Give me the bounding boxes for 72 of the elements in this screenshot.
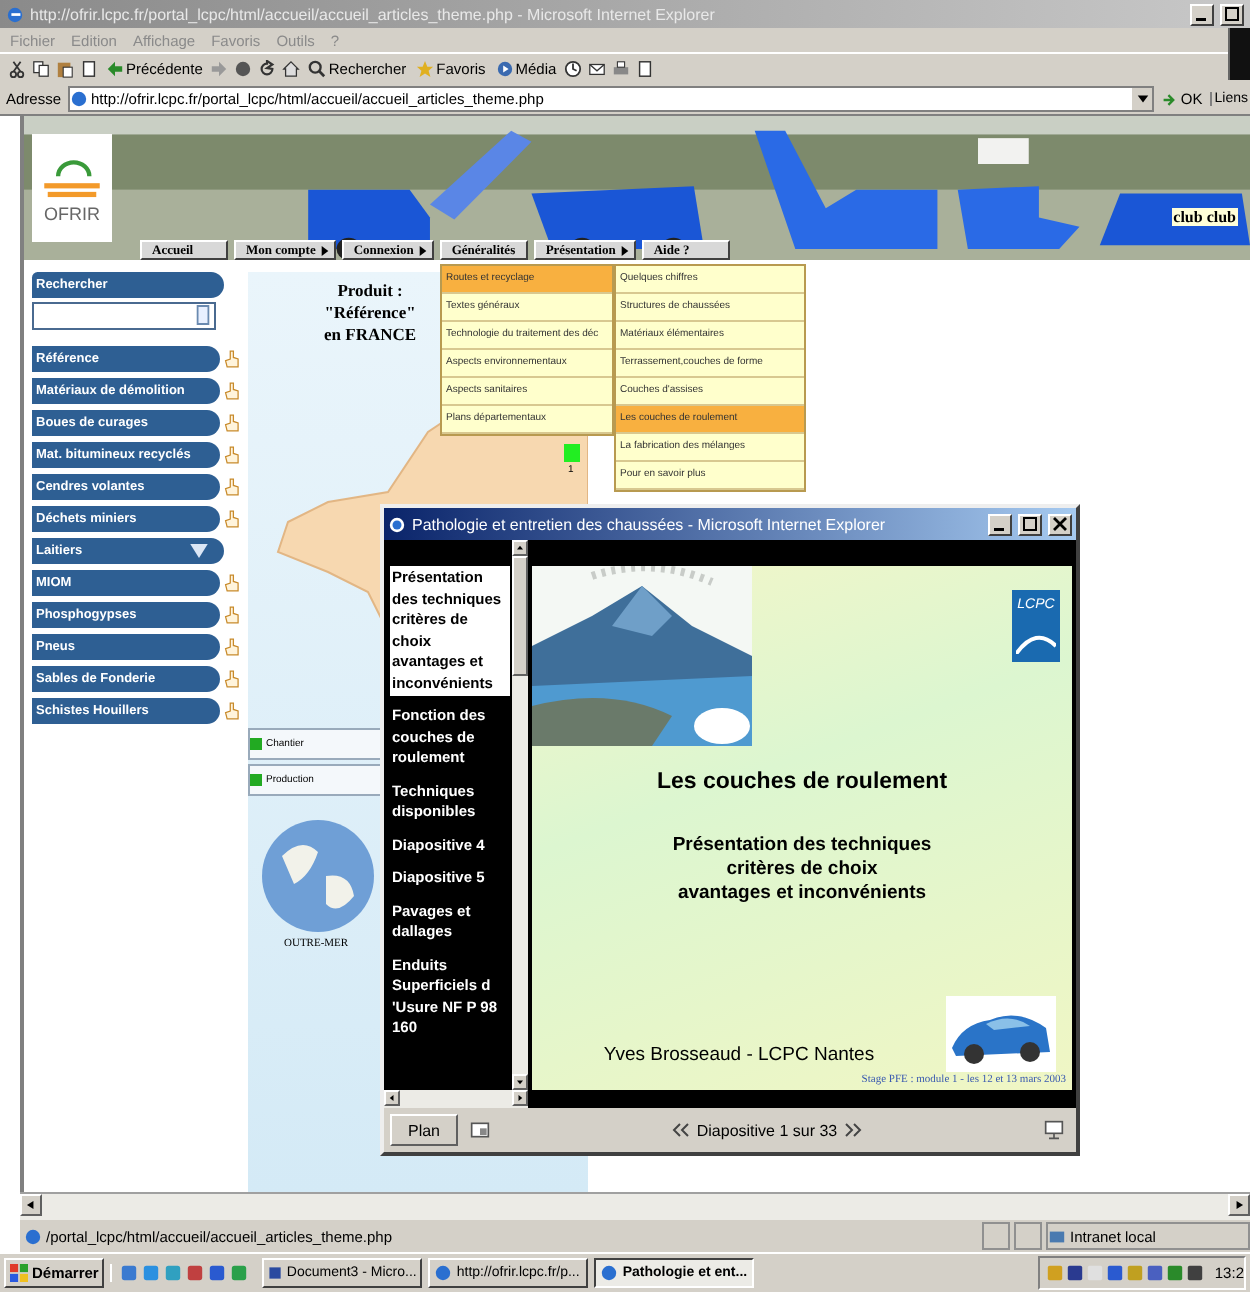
window-title: Pathologie et entretien des chaussées - Microsoft Internet Explorer: [412, 515, 888, 533]
close-button[interactable]: [1048, 513, 1072, 535]
browser-icon: [600, 1264, 619, 1282]
club-link[interactable]: club club: [1171, 208, 1238, 226]
scroll-up-icon[interactable]: [512, 540, 528, 556]
browser-icon: [388, 515, 406, 533]
star-icon: [416, 60, 435, 78]
pointer-icon[interactable]: [224, 699, 240, 721]
copy-icon[interactable]: [32, 60, 50, 78]
pointer-icon[interactable]: [224, 411, 240, 433]
maximize-button[interactable]: [1018, 513, 1042, 535]
refresh-icon[interactable]: [258, 60, 277, 78]
globe-drawing: [258, 816, 378, 936]
maximize-icon: [1022, 516, 1038, 532]
slide-author: Yves Brosseaud - LCPC Nantes: [603, 1044, 875, 1066]
close-icon: [1052, 516, 1068, 532]
slide-title: Les couches de roulement: [654, 770, 950, 794]
pointer-icon[interactable]: [224, 347, 240, 369]
document-icon[interactable]: [636, 60, 655, 78]
scroll-left-icon[interactable]: [384, 1090, 400, 1106]
home-icon[interactable]: [282, 60, 301, 78]
scroll-down-icon[interactable]: [512, 1074, 528, 1090]
pointer-icon[interactable]: [224, 667, 240, 689]
printer-icon[interactable]: [612, 60, 631, 78]
minimize-button[interactable]: [1190, 3, 1214, 25]
scroll-right-icon[interactable]: [512, 1090, 528, 1106]
clock-icon[interactable]: [564, 60, 583, 78]
slide-counter: Diapositive 1 sur 33: [696, 1121, 838, 1139]
search-field[interactable]: [32, 302, 216, 330]
media-icon: [495, 60, 514, 78]
pointer-icon[interactable]: [224, 635, 240, 657]
note-icon[interactable]: [194, 304, 212, 326]
slideshow-icon[interactable]: [1044, 1120, 1064, 1140]
pointer-icon[interactable]: [224, 379, 240, 401]
horizontal-scrollbar[interactable]: [384, 1090, 528, 1108]
browser-icon: [6, 5, 24, 23]
vertical-scrollbar[interactable]: [512, 540, 528, 1090]
map-heading: Produit : "Référence" en FRANCE: [324, 280, 417, 346]
document-icon: [268, 1264, 283, 1282]
window-title: http://ofrir.lcpc.fr/portal_lcpc/html/accueil/accueil_articles_theme.php - Microsoft Internet Explorer: [30, 5, 717, 23]
maximize-button[interactable]: [1220, 3, 1244, 25]
slide-view-icon[interactable]: [470, 1120, 490, 1140]
browser-icon: [434, 1264, 453, 1282]
stop-icon[interactable]: [234, 60, 253, 78]
site-marker[interactable]: [564, 444, 580, 462]
pointer-icon[interactable]: [224, 475, 240, 497]
slide-subtitle: Présentation des techniques critères de choix avantages et inconvénients: [670, 834, 934, 906]
pointer-icon[interactable]: [224, 507, 240, 529]
minimize-button[interactable]: [988, 513, 1012, 535]
pointer-icon[interactable]: [224, 603, 240, 625]
scissors-icon[interactable]: [8, 60, 26, 78]
pointer-icon[interactable]: [224, 443, 240, 465]
next-icon[interactable]: [843, 1120, 864, 1140]
maximize-icon: [1224, 6, 1240, 22]
search-icon: [308, 60, 327, 78]
scroll-thumb[interactable]: [512, 556, 528, 676]
scroll-left-icon[interactable]: [20, 1194, 42, 1216]
envelope-icon[interactable]: [588, 60, 607, 78]
plan-button[interactable]: Plan: [390, 1114, 458, 1146]
back-arrow-icon: [106, 60, 124, 78]
pointer-icon[interactable]: [224, 571, 240, 593]
page-icon: [24, 1227, 42, 1245]
site-logo[interactable]: OFRIR: [32, 134, 112, 242]
status-panel: [1014, 1222, 1042, 1250]
paste-icon[interactable]: [56, 60, 74, 78]
arrow-icon: [1162, 91, 1179, 107]
horizontal-scrollbar[interactable]: [20, 1192, 1250, 1220]
scroll-right-icon[interactable]: [1228, 1194, 1250, 1216]
previous-icon[interactable]: [670, 1120, 691, 1140]
status-panel: [982, 1222, 1010, 1250]
network-icon: [1048, 1227, 1066, 1245]
dropdown-arrow-icon[interactable]: [1135, 92, 1150, 106]
